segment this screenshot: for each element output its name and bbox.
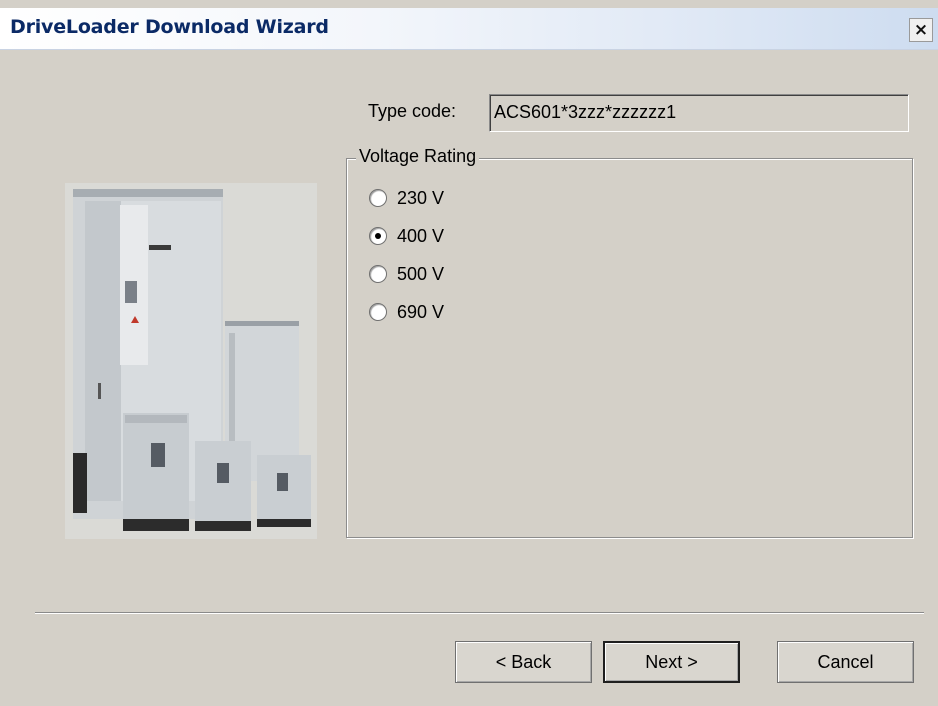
cancel-button[interactable]: Cancel (777, 641, 914, 683)
window-title: DriveLoader Download Wizard (10, 16, 329, 38)
radio-500v[interactable]: 500 V (369, 260, 444, 288)
radio-checked-icon[interactable] (369, 227, 387, 245)
next-button[interactable]: Next > (603, 641, 740, 683)
radio-circle-icon[interactable] (369, 265, 387, 283)
voltage-rating-group (346, 158, 913, 538)
radio-690v[interactable]: 690 V (369, 298, 444, 326)
radio-label: 500 V (397, 263, 445, 284)
radio-230v[interactable]: 230 V (369, 184, 444, 212)
drive-cabinet-photo (65, 183, 317, 539)
drive-cabinet-image (65, 183, 317, 539)
title-bar[interactable]: DriveLoader Download Wizard × (0, 8, 938, 50)
wizard-window: DriveLoader Download Wizard × Type code:… (0, 0, 938, 706)
close-icon: × (913, 20, 929, 40)
back-button[interactable]: < Back (455, 641, 592, 683)
voltage-rating-legend: Voltage Rating (356, 146, 480, 167)
radio-label: 400 V (397, 225, 445, 246)
close-button[interactable]: × (909, 18, 933, 42)
type-code-label: Type code: (368, 101, 457, 121)
radio-400v[interactable]: 400 V (369, 222, 444, 250)
footer-separator (35, 612, 924, 614)
type-code-field[interactable]: ACS601*3zzz*zzzzzz1 (489, 94, 909, 132)
radio-label: 690 V (397, 301, 445, 322)
radio-label: 230 V (397, 187, 445, 208)
radio-circle-icon[interactable] (369, 303, 387, 321)
radio-circle-icon[interactable] (369, 189, 387, 207)
